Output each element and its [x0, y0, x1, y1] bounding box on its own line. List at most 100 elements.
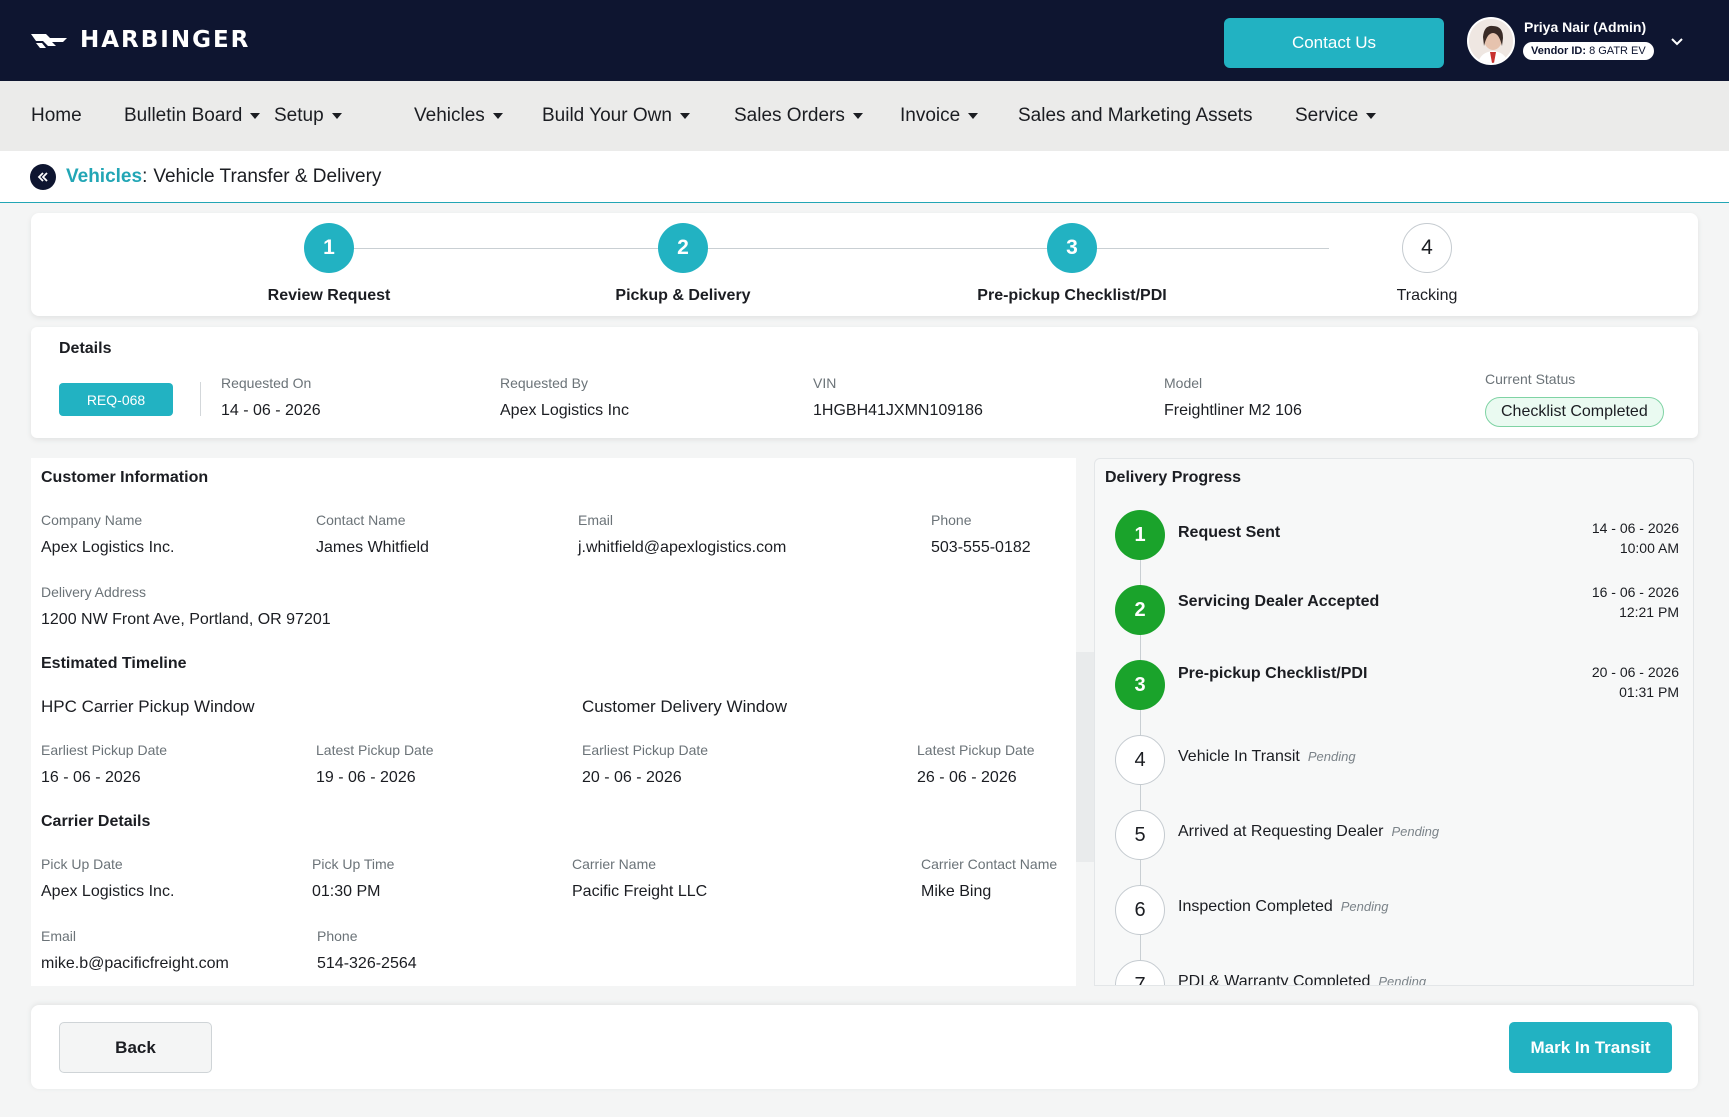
step-number: 2: [658, 223, 708, 273]
action-footer: Back Mark In Transit: [31, 1005, 1698, 1089]
carrier-name-label: Carrier Name: [572, 856, 657, 872]
harbinger-wing-icon: [31, 34, 67, 48]
step-number: 4: [1402, 223, 1452, 273]
progress-item-arrived-at-dealer: 5 Arrived at Requesting Dealer Pending: [1115, 810, 1685, 862]
progress-time: 01:31 PM: [1619, 684, 1679, 700]
current-status-label: Current Status: [1485, 371, 1576, 387]
status-badge: Checklist Completed: [1485, 397, 1664, 427]
progress-date: 20 - 06 - 2026: [1591, 664, 1679, 680]
progress-label: Inspection Completed: [1178, 898, 1333, 915]
nav-item-sales-orders[interactable]: Sales Orders: [734, 81, 863, 151]
user-name: Priya Nair (Admin): [1524, 19, 1647, 35]
email-value: j.whitfield@apexlogistics.com: [578, 539, 787, 556]
caret-down-icon: [852, 113, 863, 119]
mark-in-transit-button[interactable]: Mark In Transit: [1509, 1022, 1672, 1073]
progress-number: 3: [1115, 660, 1165, 710]
estimated-timeline-title: Estimated Timeline: [41, 655, 187, 672]
back-button[interactable]: Back: [59, 1022, 212, 1073]
vendor-id-badge: Vendor ID: 8 GATR EV: [1523, 42, 1654, 60]
requested-on-label: Requested On: [221, 375, 312, 391]
page-title: Vehicle Transfer & Delivery: [153, 166, 382, 187]
avatar[interactable]: [1467, 17, 1515, 65]
nav-item-invoice[interactable]: Invoice: [900, 81, 979, 151]
phone-value: 503-555-0182: [931, 539, 1031, 556]
nav-item-sales-marketing-assets[interactable]: Sales and Marketing Assets: [1018, 81, 1252, 151]
phone-label: Phone: [931, 512, 972, 528]
nav-item-bulletin-board[interactable]: Bulletin Board: [124, 81, 261, 151]
delivery-progress-title: Delivery Progress: [1105, 469, 1242, 486]
carrier-email-value: mike.b@pacificfreight.com: [41, 955, 229, 972]
step-label: Pre-pickup Checklist/PDI: [977, 287, 1167, 304]
stepper-line: [329, 248, 1329, 249]
vendor-id-label: Vendor ID:: [1531, 45, 1587, 57]
requested-by-label: Requested By: [500, 375, 588, 391]
vendor-id-value: 8 GATR EV: [1589, 45, 1646, 57]
progress-number: 4: [1115, 735, 1165, 785]
delivery-earliest-value: 20 - 06 - 2026: [582, 769, 682, 786]
email-label: Email: [578, 512, 614, 528]
progress-label: Pre-pickup Checklist/PDI: [1178, 665, 1368, 682]
customer-info-title: Customer Information: [41, 469, 209, 486]
carrier-details-title: Carrier Details: [41, 813, 151, 830]
nav-item-setup[interactable]: Setup: [274, 81, 342, 151]
requested-by-value: Apex Logistics Inc: [500, 402, 629, 419]
progress-item-vehicle-in-transit: 4 Vehicle In Transit Pending: [1115, 735, 1685, 787]
step-number: 1: [304, 223, 354, 273]
back-arrow-icon[interactable]: [30, 164, 56, 190]
harbinger-logo[interactable]: HARBINGER: [30, 27, 250, 53]
progress-item-pdi-warranty: 7 PDI & Warranty Completed Pending: [1115, 960, 1685, 985]
delivery-earliest-label: Earliest Pickup Date: [582, 742, 709, 758]
company-name-label: Company Name: [41, 512, 143, 528]
progress-label: Vehicle In Transit: [1178, 748, 1300, 765]
nav-item-build-your-own[interactable]: Build Your Own: [542, 81, 690, 151]
nav-label: Home: [31, 105, 82, 126]
panel-scroll-divider: [1076, 652, 1094, 862]
nav-label: Service: [1295, 105, 1359, 126]
breadcrumb: Vehicles : Vehicle Transfer & Delivery: [30, 164, 381, 190]
breadcrumb-link-vehicles[interactable]: Vehicles: [66, 166, 142, 188]
pending-status: Pending: [1340, 899, 1389, 914]
progress-number: 7: [1115, 960, 1165, 985]
progress-number: 5: [1115, 810, 1165, 860]
contact-us-button[interactable]: Contact Us: [1224, 18, 1444, 68]
vin-label: VIN: [813, 375, 837, 391]
step-pickup-delivery[interactable]: 2 Pickup & Delivery: [583, 223, 783, 305]
progress-label-row: Arrived at Requesting Dealer Pending: [1178, 823, 1439, 841]
nav-label: Build Your Own: [542, 105, 672, 126]
pickup-time-value: 01:30 PM: [312, 883, 381, 900]
progress-label-row: Inspection Completed Pending: [1178, 898, 1388, 916]
pickup-latest-label: Latest Pickup Date: [316, 742, 434, 758]
step-number: 3: [1047, 223, 1097, 273]
nav-item-home[interactable]: Home: [31, 81, 82, 151]
progress-label: Arrived at Requesting Dealer: [1178, 823, 1384, 840]
delivery-address-label: Delivery Address: [41, 584, 147, 600]
progress-number: 1: [1115, 510, 1165, 560]
nav-item-service[interactable]: Service: [1295, 81, 1377, 151]
nav-item-vehicles[interactable]: Vehicles: [414, 81, 503, 151]
nav-label: Sales Orders: [734, 105, 845, 126]
progress-number: 6: [1115, 885, 1165, 935]
progress-label-row: Vehicle In Transit Pending: [1178, 748, 1356, 766]
step-label: Tracking: [1396, 287, 1458, 304]
progress-label: Request Sent: [1178, 524, 1281, 541]
caret-down-icon: [968, 113, 979, 119]
step-pre-pickup-checklist[interactable]: 3 Pre-pickup Checklist/PDI: [972, 223, 1172, 305]
carrier-email-label: Email: [41, 928, 77, 944]
pickup-earliest-value: 16 - 06 - 2026: [41, 769, 141, 786]
carrier-contact-label: Carrier Contact Name: [921, 856, 1058, 872]
nav-label: Sales and Marketing Assets: [1018, 105, 1253, 126]
vin-value: 1HGBH41JXMN109186: [813, 402, 983, 419]
chevron-down-icon[interactable]: [1668, 32, 1686, 50]
progress-number: 2: [1115, 585, 1165, 635]
progress-item-pre-pickup-checklist: 3 Pre-pickup Checklist/PDI 20 - 06 - 202…: [1115, 660, 1685, 712]
top-bar: HARBINGER Contact Us Priya Nair (Admin) …: [0, 0, 1729, 81]
step-tracking[interactable]: 4 Tracking: [1327, 223, 1527, 305]
pickup-window-title: HPC Carrier Pickup Window: [41, 697, 255, 716]
info-panel: Customer Information Company Name Apex L…: [31, 458, 1076, 986]
pending-status: Pending: [1307, 749, 1356, 764]
request-id-badge: REQ-068: [59, 383, 173, 416]
step-review-request[interactable]: 1 Review Request: [229, 223, 429, 305]
nav-label: Bulletin Board: [124, 105, 243, 126]
details-card: Details REQ-068 Requested On 14 - 06 - 2…: [31, 327, 1698, 438]
progress-timestamp: 20 - 06 - 2026 01:31 PM: [1592, 662, 1679, 702]
